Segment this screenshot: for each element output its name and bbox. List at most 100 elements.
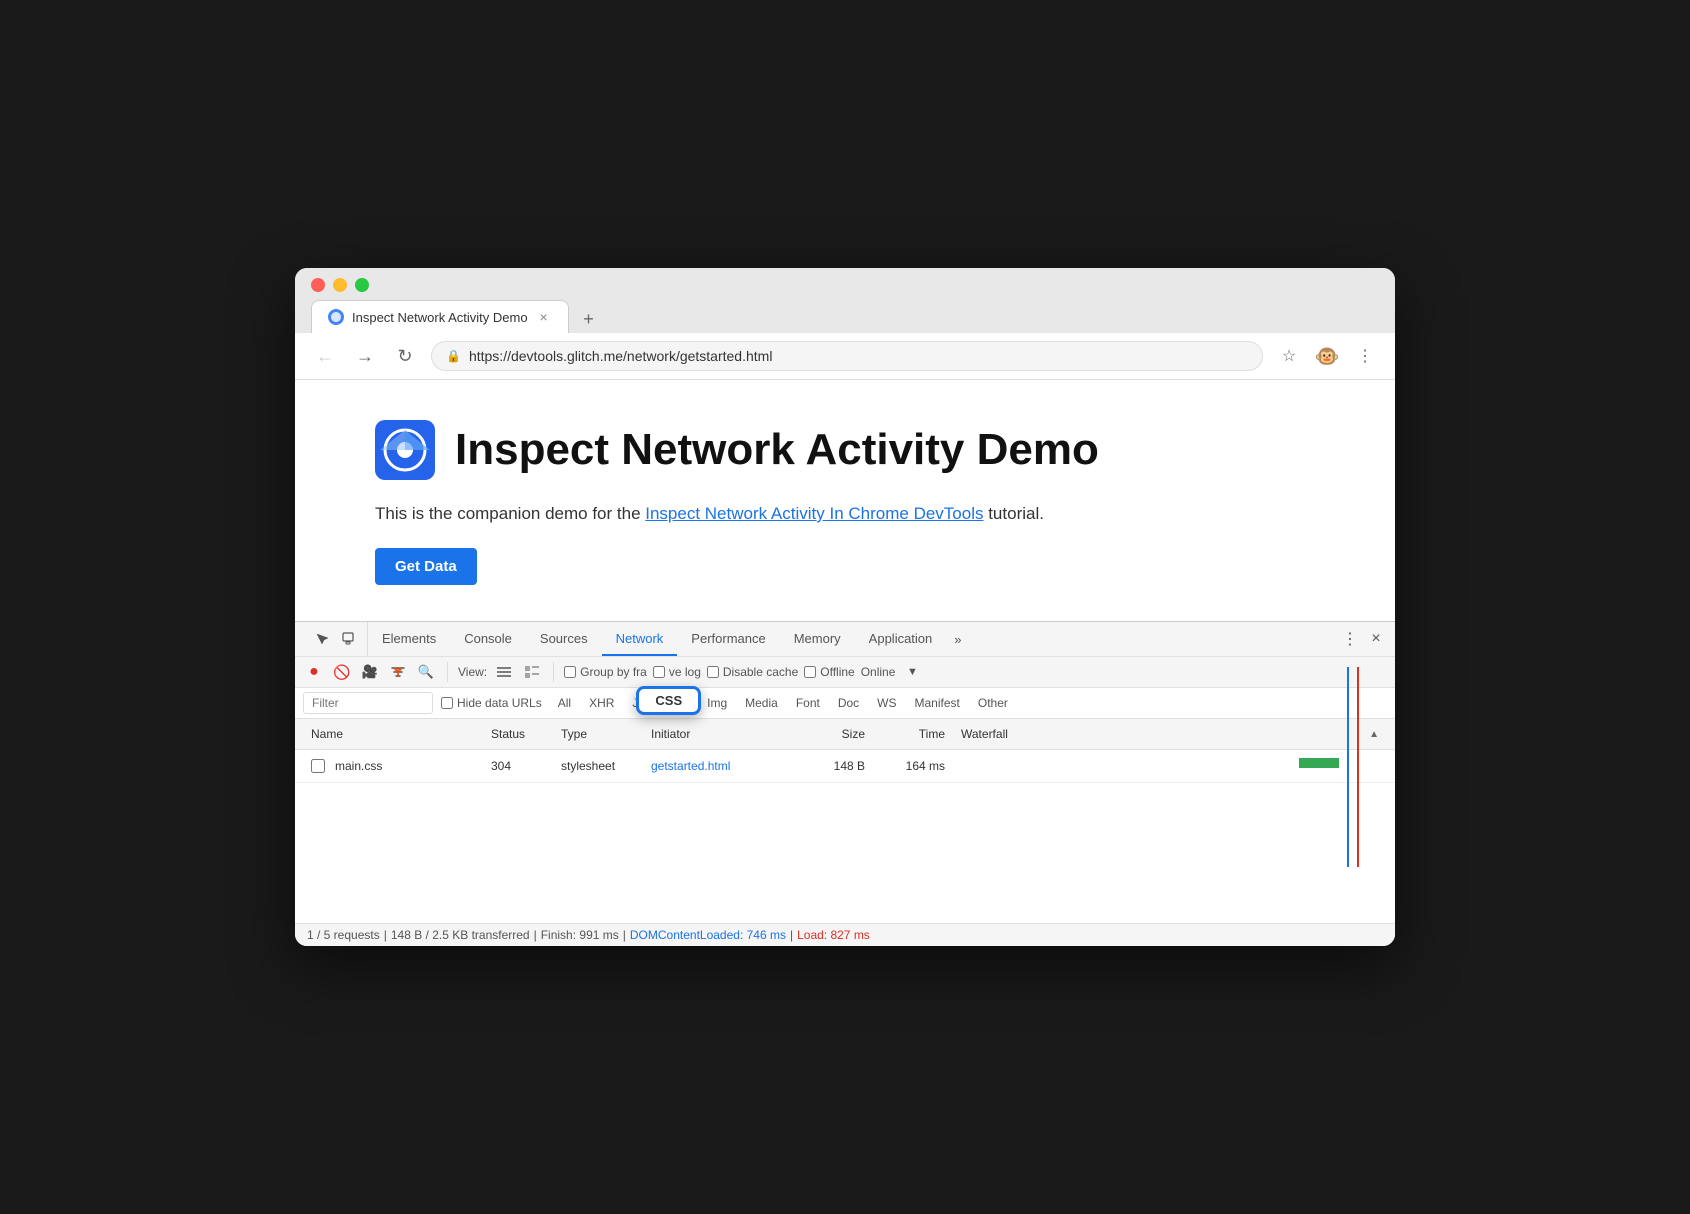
search-network-button[interactable]: 🔍 <box>415 661 437 683</box>
page-header: Inspect Network Activity Demo <box>375 420 1315 480</box>
filter-tag-manifest[interactable]: Manifest <box>907 694 968 712</box>
load-link[interactable]: Load: 827 ms <box>797 928 870 942</box>
camera-icon[interactable]: 🎥 <box>359 661 381 683</box>
filter-tag-img[interactable]: Img <box>699 694 735 712</box>
title-bar: Inspect Network Activity Demo × + <box>295 268 1395 333</box>
devtools-close-button[interactable]: × <box>1365 628 1387 650</box>
preserve-log-checkbox-group: ve log <box>653 665 701 679</box>
filter-tag-media[interactable]: Media <box>737 694 786 712</box>
new-tab-button[interactable]: + <box>573 305 605 333</box>
waterfall-bar-green <box>1299 758 1339 768</box>
col-header-size[interactable]: Size <box>793 723 873 745</box>
tab-performance[interactable]: Performance <box>677 623 779 656</box>
description-before: This is the companion demo for the <box>375 504 645 523</box>
group-by-frame-checkbox-group: Group by fra <box>564 665 647 679</box>
col-header-time[interactable]: Time <box>873 723 953 745</box>
filter-tag-all[interactable]: All <box>550 694 579 712</box>
offline-label: Offline <box>820 665 854 679</box>
tab-elements[interactable]: Elements <box>368 623 450 656</box>
col-header-waterfall[interactable]: Waterfall ▲ <box>953 723 1387 745</box>
empty-table-area <box>295 783 1395 923</box>
cell-status: 304 <box>483 756 553 776</box>
description-after: tutorial. <box>983 504 1043 523</box>
status-separator-1: | <box>384 928 387 942</box>
col-header-type[interactable]: Type <box>553 723 643 745</box>
col-header-name[interactable]: Name <box>303 723 483 745</box>
filter-tag-other[interactable]: Other <box>970 694 1016 712</box>
fullscreen-button[interactable] <box>355 278 369 292</box>
url-bar[interactable]: 🔒 https://devtools.glitch.me/network/get… <box>431 341 1263 371</box>
group-by-frame-label: Group by fra <box>580 665 647 679</box>
cursor-icon[interactable] <box>311 628 333 650</box>
tab-close-button[interactable]: × <box>536 309 552 325</box>
tab-favicon <box>328 309 344 325</box>
record-button[interactable]: ● <box>303 661 325 683</box>
devtools-link[interactable]: Inspect Network Activity In Chrome DevTo… <box>645 504 983 523</box>
filter-icon[interactable] <box>387 661 409 683</box>
filter-tag-font[interactable]: Font <box>788 694 828 712</box>
row-checkbox[interactable] <box>311 759 325 773</box>
devtools-actions: ⋮ × <box>1339 628 1387 650</box>
page-content: Inspect Network Activity Demo This is th… <box>295 380 1395 621</box>
filter-input[interactable] <box>303 692 433 714</box>
offline-checkbox-group: Offline <box>804 665 854 679</box>
detail-view-button[interactable] <box>521 661 543 683</box>
url-path: /network/getstarted.html <box>623 348 772 364</box>
back-button[interactable]: ← <box>311 342 339 370</box>
filter-tags: All XHR JS CSS CSS Img Media Font Doc WS… <box>550 694 1016 712</box>
filter-tag-xhr[interactable]: XHR <box>581 694 622 712</box>
col-header-initiator[interactable]: Initiator <box>643 723 793 745</box>
cell-name: main.css <box>303 756 483 776</box>
bookmark-button[interactable]: ☆ <box>1275 342 1303 370</box>
reload-button[interactable]: ↻ <box>391 342 419 370</box>
col-header-status[interactable]: Status <box>483 723 553 745</box>
cell-size: 148 B <box>793 756 873 776</box>
tab-network[interactable]: Network <box>602 623 678 656</box>
filter-bar: Hide data URLs All XHR JS CSS CSS Img Me… <box>295 688 1395 719</box>
cell-waterfall <box>953 754 1387 778</box>
lock-icon: 🔒 <box>446 349 461 363</box>
tab-memory[interactable]: Memory <box>780 623 855 656</box>
block-icon[interactable]: 🚫 <box>331 661 353 683</box>
network-table-header: Name Status Type Initiator Size Time Wat… <box>295 719 1395 750</box>
cell-time: 164 ms <box>873 756 953 776</box>
disable-cache-checkbox[interactable] <box>707 666 719 678</box>
devtools-menu-button[interactable]: ⋮ <box>1339 628 1361 650</box>
get-data-button[interactable]: Get Data <box>375 548 477 585</box>
network-table: Name Status Type Initiator Size Time Wat… <box>295 719 1395 923</box>
status-bar: 1 / 5 requests | 148 B / 2.5 KB transfer… <box>295 923 1395 946</box>
chrome-logo-icon <box>375 420 435 480</box>
filter-tag-ws[interactable]: WS <box>869 694 904 712</box>
tab-sources[interactable]: Sources <box>526 623 602 656</box>
browser-window: Inspect Network Activity Demo × + ← → ↻ … <box>295 268 1395 946</box>
filter-tag-doc[interactable]: Doc <box>830 694 867 712</box>
page-title: Inspect Network Activity Demo <box>455 425 1099 475</box>
online-label: Online <box>861 665 896 679</box>
tab-application[interactable]: Application <box>855 623 947 656</box>
hide-data-urls-checkbox[interactable] <box>441 697 453 709</box>
close-button[interactable] <box>311 278 325 292</box>
group-by-frame-checkbox[interactable] <box>564 666 576 678</box>
profile-avatar[interactable]: 🐵 <box>1313 342 1341 370</box>
cell-type: stylesheet <box>553 756 643 776</box>
tab-console[interactable]: Console <box>450 623 526 656</box>
dom-content-loaded-link[interactable]: DOMContentLoaded: 746 ms <box>630 928 786 942</box>
url-text: https://devtools.glitch.me/network/getst… <box>469 348 772 364</box>
tabs-row: Inspect Network Activity Demo × + <box>311 300 1379 333</box>
address-bar-actions: ☆ 🐵 ⋮ <box>1275 342 1379 370</box>
preserve-log-checkbox[interactable] <box>653 666 665 678</box>
device-icon[interactable] <box>337 628 359 650</box>
throttle-dropdown[interactable]: ▼ <box>901 661 923 683</box>
more-tabs-button[interactable]: » <box>946 624 969 655</box>
offline-checkbox[interactable] <box>804 666 816 678</box>
active-tab[interactable]: Inspect Network Activity Demo × <box>311 300 569 333</box>
css-tooltip: CSS <box>636 686 701 715</box>
table-row[interactable]: main.css 304 stylesheet getstarted.html … <box>295 750 1395 783</box>
browser-menu-button[interactable]: ⋮ <box>1351 342 1379 370</box>
forward-button[interactable]: → <box>351 342 379 370</box>
minimize-button[interactable] <box>333 278 347 292</box>
preserve-log-label: ve log <box>669 665 701 679</box>
waterfall-bar-container <box>961 757 1379 769</box>
list-view-button[interactable] <box>493 661 515 683</box>
disable-cache-checkbox-group: Disable cache <box>707 665 798 679</box>
